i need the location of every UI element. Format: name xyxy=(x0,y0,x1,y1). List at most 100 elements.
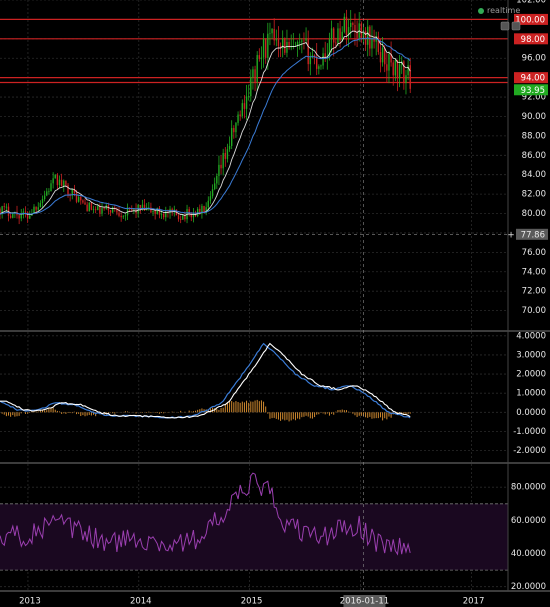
candle-body xyxy=(239,114,241,117)
candle xyxy=(48,188,50,195)
candle-body xyxy=(80,197,82,201)
candle-body xyxy=(46,191,48,196)
candle-body xyxy=(39,203,42,208)
candle xyxy=(375,31,377,56)
candle-body xyxy=(65,180,67,185)
crosshair-date-label: 2016-01-11 xyxy=(340,597,389,607)
candle xyxy=(165,206,167,222)
candle xyxy=(37,202,39,212)
candle xyxy=(156,207,158,215)
x-tick-label: 2013 xyxy=(19,597,41,607)
candle xyxy=(111,206,114,214)
candle-body xyxy=(218,164,220,176)
candle xyxy=(56,173,59,190)
candle-body xyxy=(384,48,386,65)
realtime-dot-icon xyxy=(478,7,484,14)
candle xyxy=(154,210,156,220)
collapse-button[interactable] xyxy=(500,21,510,31)
candle-body xyxy=(339,28,341,41)
candle-body xyxy=(43,195,46,199)
candle xyxy=(296,40,299,57)
candle xyxy=(201,203,203,219)
macd-tick-label: 3.0000 xyxy=(516,350,546,360)
price-level-badge: 98.00 xyxy=(514,33,548,45)
maximize-button[interactable] xyxy=(511,21,521,31)
candle-body xyxy=(122,216,124,218)
candle-body xyxy=(230,128,233,146)
candle-body xyxy=(407,65,409,76)
candle xyxy=(118,206,120,218)
candle-body xyxy=(301,40,303,42)
candle xyxy=(228,136,231,152)
candle-body xyxy=(179,219,182,220)
candle-body xyxy=(379,52,382,63)
candle-body xyxy=(254,69,256,82)
candle-body xyxy=(269,33,271,35)
candle xyxy=(303,32,305,50)
rsi-tick-label: 40.0000 xyxy=(511,549,546,559)
candle-body xyxy=(18,215,20,219)
grid-lines xyxy=(0,0,508,590)
candle-body xyxy=(235,122,237,133)
candle xyxy=(269,22,271,46)
candle-body xyxy=(241,103,244,117)
chart-window: 102.00100.0098.0096.0094.0092.0090.0088.… xyxy=(0,0,550,607)
candle xyxy=(3,202,5,211)
price-tick-label: 74.00 xyxy=(522,267,546,277)
candle xyxy=(230,120,233,150)
candle-body xyxy=(63,180,65,187)
candle-body xyxy=(343,16,346,32)
candle-body xyxy=(177,215,180,220)
candle-body xyxy=(309,56,312,65)
price-tick-label: 102.00 xyxy=(516,0,546,6)
candle xyxy=(224,146,227,167)
candle-body xyxy=(277,39,280,46)
candle-body xyxy=(84,202,86,205)
candle-body xyxy=(35,206,37,210)
candle-body xyxy=(90,202,93,210)
candle xyxy=(158,206,161,219)
candle-body xyxy=(82,200,84,203)
stock-chart[interactable]: 102.00100.0098.0096.0094.0092.0090.0088.… xyxy=(0,0,550,607)
candle xyxy=(343,13,346,34)
candle xyxy=(188,206,190,217)
candle xyxy=(352,21,354,32)
candle xyxy=(305,27,307,44)
macd-tick-label: 2.0000 xyxy=(516,370,546,380)
candle-body xyxy=(52,178,54,184)
candle xyxy=(371,25,373,57)
candle-body xyxy=(207,200,210,208)
candle-body xyxy=(103,208,105,209)
x-tick-label: 2015 xyxy=(241,597,263,607)
candle xyxy=(54,174,56,179)
candle-body xyxy=(267,33,269,58)
candle xyxy=(239,110,241,121)
candle xyxy=(318,64,320,75)
price-tick-label: 96.00 xyxy=(522,54,546,64)
candle-body xyxy=(275,39,278,41)
candle xyxy=(41,195,44,208)
candle-body xyxy=(245,96,248,109)
candle-body xyxy=(333,28,335,43)
candle xyxy=(150,202,152,214)
price-tick-label: 80.00 xyxy=(522,209,546,219)
candle xyxy=(260,46,263,70)
last-price-badge-label: 93.95 xyxy=(521,86,545,96)
price-tick-label: 90.00 xyxy=(522,112,546,122)
candle-body xyxy=(322,53,324,66)
candle-body xyxy=(271,28,273,34)
price-tick-label: 76.00 xyxy=(522,248,546,258)
candle-body xyxy=(9,215,12,218)
candle-body xyxy=(37,207,39,210)
candle xyxy=(241,99,244,119)
candle xyxy=(316,43,318,76)
candle xyxy=(409,57,411,94)
realtime-legend[interactable]: realtime xyxy=(478,6,520,15)
candle xyxy=(320,64,322,70)
candle xyxy=(254,65,256,92)
candle-body xyxy=(335,42,337,44)
candle-body xyxy=(99,206,101,214)
candle xyxy=(309,52,312,76)
macd-tick-label: 1.0000 xyxy=(516,389,546,399)
candle xyxy=(405,69,407,95)
